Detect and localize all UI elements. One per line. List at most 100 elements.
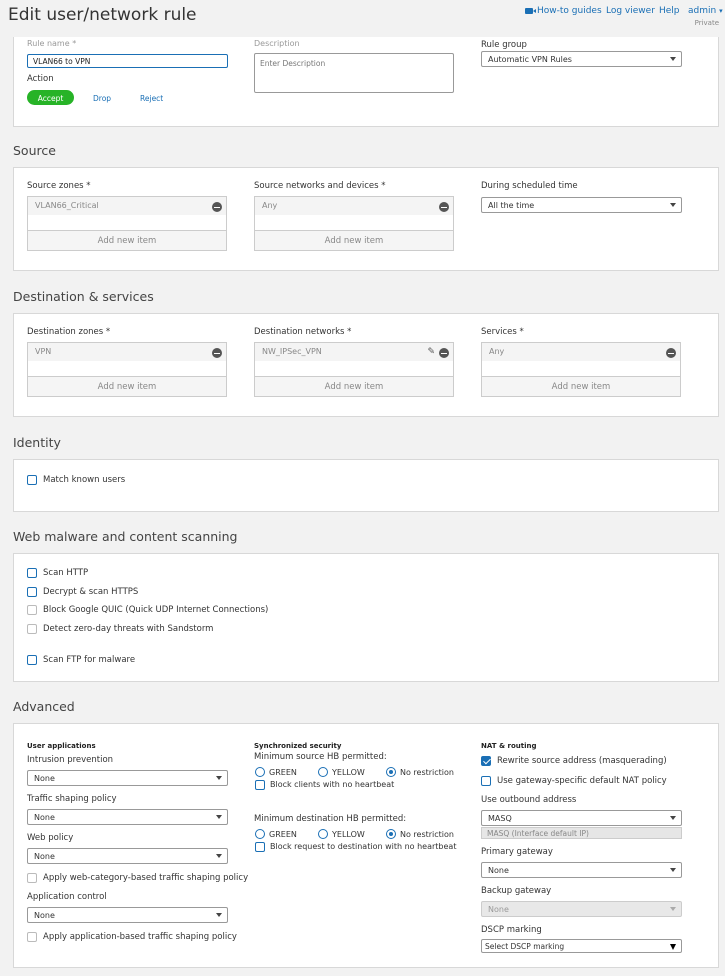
destination-networks-label: Destination networks *	[254, 327, 352, 337]
chevron-down-icon	[216, 913, 222, 917]
destination-zones-list: VPN Add new item	[27, 342, 227, 397]
src-yellow-radio[interactable]	[318, 767, 328, 777]
dst-norestriction-label: No restriction	[400, 830, 454, 839]
chevron-down-icon	[670, 816, 676, 820]
src-yellow-label: YELLOW	[332, 768, 365, 777]
block-quic-label: Block Google QUIC (Quick UDP Internet Co…	[43, 605, 269, 615]
sync-security-heading: Synchronized security	[254, 742, 342, 750]
source-zones-list: VLAN66_Critical Add new item	[27, 196, 227, 251]
nat-routing-heading: NAT & routing	[481, 742, 537, 750]
reject-button[interactable]: Reject	[140, 94, 163, 103]
remove-icon[interactable]	[439, 202, 449, 212]
src-green-label: GREEN	[269, 768, 297, 777]
drop-button[interactable]: Drop	[93, 94, 111, 103]
min-dest-hb-label: Minimum destination HB permitted:	[254, 814, 407, 824]
primary-gateway-label: Primary gateway	[481, 847, 553, 857]
ips-select[interactable]: None	[27, 770, 228, 786]
web-shaping-checkbox[interactable]	[27, 873, 37, 883]
chevron-down-icon	[216, 776, 222, 780]
add-new-item-button[interactable]: Add new item	[28, 376, 226, 396]
chevron-down-icon: ▾	[719, 7, 723, 15]
schedule-select[interactable]: All the time	[481, 197, 682, 213]
block-dest-no-heartbeat-label: Block request to destination with no hea…	[270, 842, 457, 851]
rule-group-select[interactable]: Automatic VPN Rules	[481, 51, 682, 67]
add-new-item-button[interactable]: Add new item	[255, 230, 453, 250]
ips-label: Intrusion prevention	[27, 755, 114, 765]
primary-gateway-select[interactable]: None	[481, 862, 682, 878]
scan-http-label: Scan HTTP	[43, 568, 89, 578]
list-item: Any	[482, 343, 680, 361]
scan-http-checkbox[interactable]	[27, 568, 37, 578]
advanced-panel: User applications Intrusion prevention N…	[13, 723, 719, 968]
dst-yellow-label: YELLOW	[332, 830, 365, 839]
chevron-down-icon	[670, 868, 676, 872]
remove-icon[interactable]	[212, 202, 222, 212]
remove-icon[interactable]	[666, 348, 676, 358]
services-label: Services *	[481, 327, 524, 337]
rule-group-label: Rule group	[481, 40, 527, 50]
destination-networks-list: NW_IPSec_VPN ✎ Add new item	[254, 342, 454, 397]
chevron-down-icon	[670, 907, 676, 911]
rewrite-source-label: Rewrite source address (masquerading)	[497, 756, 667, 766]
how-to-guides-link[interactable]: How-to guides	[525, 6, 602, 16]
description-input[interactable]: Enter Description	[254, 53, 454, 93]
match-known-users-checkbox[interactable]	[27, 475, 37, 485]
decrypt-https-checkbox[interactable]	[27, 587, 37, 597]
list-item: NW_IPSec_VPN	[255, 343, 453, 361]
block-dest-no-heartbeat-checkbox[interactable]	[255, 842, 265, 852]
add-new-item-button[interactable]: Add new item	[255, 376, 453, 396]
admin-role: Private	[694, 19, 719, 27]
list-item: VPN	[28, 343, 226, 361]
outbound-address-select[interactable]: MASQ	[481, 810, 682, 826]
web-policy-select[interactable]: None	[27, 848, 228, 864]
src-norestriction-label: No restriction	[400, 768, 454, 777]
block-quic-checkbox[interactable]	[27, 605, 37, 615]
app-shaping-checkbox[interactable]	[27, 932, 37, 942]
rule-name-input[interactable]: VLAN66 to VPN	[27, 54, 228, 68]
help-link[interactable]: Help	[659, 6, 680, 16]
backup-gateway-select[interactable]: None	[481, 901, 682, 917]
web-shaping-label: Apply web-category-based traffic shaping…	[43, 873, 249, 883]
traffic-shaping-select[interactable]: None	[27, 809, 228, 825]
dscp-select[interactable]: Select DSCP marking	[481, 939, 682, 953]
scan-ftp-label: Scan FTP for malware	[43, 655, 136, 665]
app-control-select[interactable]: None	[27, 907, 228, 923]
rewrite-source-checkbox[interactable]	[481, 756, 491, 766]
web-scanning-heading: Web malware and content scanning	[13, 529, 238, 544]
advanced-heading: Advanced	[13, 699, 75, 714]
src-norestriction-radio[interactable]	[386, 767, 396, 777]
dst-yellow-radio[interactable]	[318, 829, 328, 839]
chevron-down-icon	[670, 57, 676, 61]
admin-menu[interactable]: admin ▾	[688, 6, 723, 16]
source-zones-label: Source zones *	[27, 181, 91, 191]
sandstorm-label: Detect zero-day threats with Sandstorm	[43, 624, 214, 634]
edit-icon[interactable]: ✎	[427, 347, 435, 357]
add-new-item-button[interactable]: Add new item	[482, 376, 680, 396]
dst-green-radio[interactable]	[255, 829, 265, 839]
page-title: Edit user/network rule	[8, 5, 197, 25]
action-label: Action	[27, 74, 54, 84]
log-viewer-link[interactable]: Log viewer	[606, 6, 655, 16]
services-list: Any Add new item	[481, 342, 681, 397]
destination-panel: Destination zones * VPN Add new item Des…	[13, 313, 719, 417]
sandstorm-checkbox[interactable]	[27, 624, 37, 634]
gateway-nat-checkbox[interactable]	[481, 776, 491, 786]
dst-norestriction-radio[interactable]	[386, 829, 396, 839]
destination-zones-label: Destination zones *	[27, 327, 111, 337]
min-source-hb-label: Minimum source HB permitted:	[254, 752, 387, 762]
add-new-item-button[interactable]: Add new item	[28, 230, 226, 250]
remove-icon[interactable]	[212, 348, 222, 358]
video-icon	[525, 8, 536, 14]
src-green-radio[interactable]	[255, 767, 265, 777]
chevron-down-icon	[670, 203, 676, 207]
source-networks-list: Any Add new item	[254, 196, 454, 251]
list-item: Any	[255, 197, 453, 215]
decrypt-https-label: Decrypt & scan HTTPS	[43, 587, 139, 597]
block-no-heartbeat-checkbox[interactable]	[255, 780, 265, 790]
gateway-nat-label: Use gateway-specific default NAT policy	[497, 776, 667, 786]
user-apps-heading: User applications	[27, 742, 96, 750]
accept-button[interactable]: Accept	[27, 90, 74, 105]
remove-icon[interactable]	[439, 348, 449, 358]
scan-ftp-checkbox[interactable]	[27, 655, 37, 665]
source-heading: Source	[13, 143, 56, 158]
